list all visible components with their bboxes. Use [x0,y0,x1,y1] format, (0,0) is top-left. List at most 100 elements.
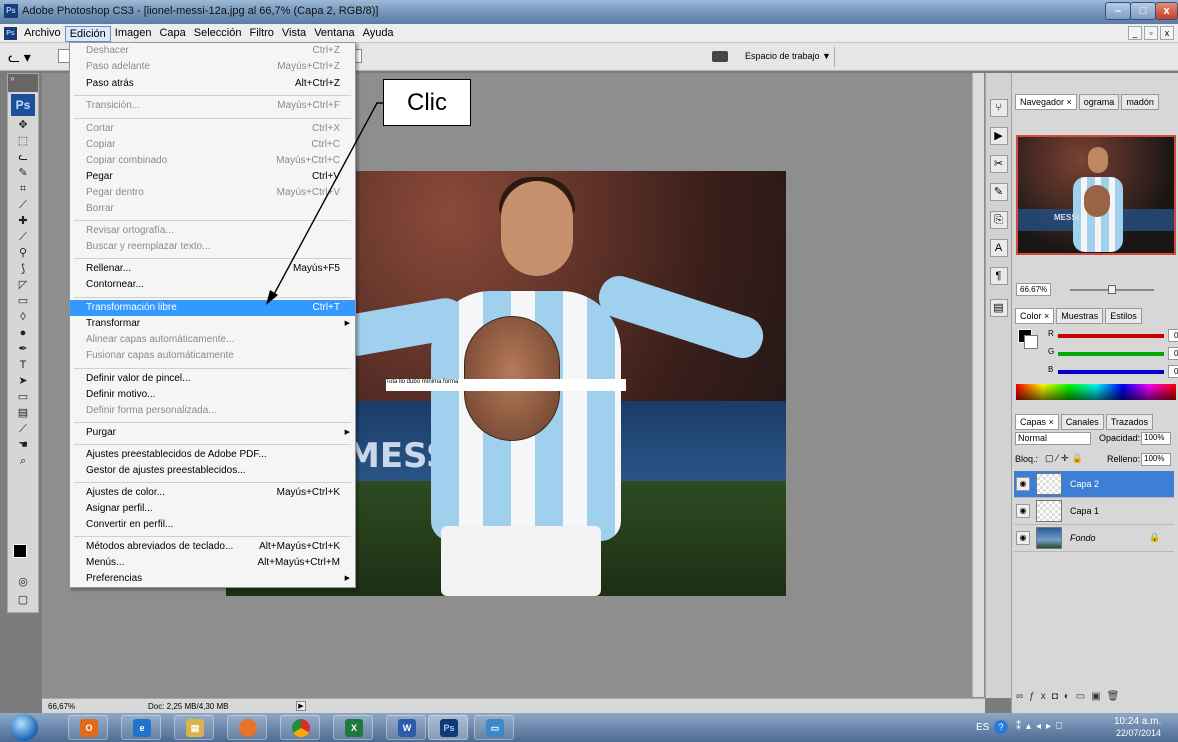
tab-histograma[interactable]: ograma [1078,94,1120,110]
character-panel-icon[interactable]: A [989,239,1008,257]
tab-estilos[interactable]: Estilos [1105,308,1142,324]
crop-tool-icon[interactable]: ⌗ [12,182,34,197]
minimize-button[interactable]: – [1105,2,1131,20]
zoom-tool-icon[interactable]: ⌕ [12,454,34,469]
color-value-g[interactable]: 0 [1168,347,1178,360]
tray-icons[interactable]: ⁑▴◂▸⎕ [1016,721,1067,732]
opacity-field[interactable]: 100% [1141,432,1171,445]
menu-item-ajustes-de-color[interactable]: Ajustes de color... Mayús+Ctrl+K [70,485,355,501]
fill-field[interactable]: 100% [1141,453,1171,466]
language-indicator[interactable]: ES [976,722,989,733]
clone-stamp-tool-icon[interactable]: ⚲ [12,246,34,261]
screen-mode-icon[interactable]: ▢ [12,593,34,608]
menu-item-definir-valor-de-pincel[interactable]: Definir valor de pincel... [70,371,355,387]
layers-footer-buttons[interactable]: ∞ƒx◘◐▭▣🗑 [1016,691,1125,702]
taskbar-excel-button[interactable]: X [333,715,373,740]
color-background-swatch[interactable] [1024,335,1038,349]
menu-item-convertir-en-perfil[interactable]: Convertir en perfil... [70,517,355,533]
close-button[interactable]: x [1155,2,1178,20]
taskbar-photoshop-button[interactable]: Ps [428,715,468,740]
clock-time[interactable]: 10:24 a.m. [1114,716,1161,727]
quick-mask-icon[interactable]: ◎ [12,575,34,590]
menu-item-metodos-abreviados-de-teclado[interactable]: Métodos abreviados de teclado... Alt+Mayú… [70,539,355,555]
menu-item-copiar[interactable]: Copiar Ctrl+C [70,137,355,153]
hand-tool-icon[interactable]: ☚ [12,438,34,453]
history-panel-icon[interactable]: ⑂ [989,99,1008,117]
menu-item-buscar-y-reemplazar-texto[interactable]: Buscar y reemplazar texto... [70,239,355,255]
color-slider-b[interactable] [1058,370,1164,374]
tab-capas[interactable]: Capas × [1015,414,1059,430]
lasso-tool-icon[interactable]: ᓚ [12,150,34,165]
healing-tool-icon[interactable]: ✚ [12,214,34,229]
menu-item-alinear-capas-automaticamente[interactable]: Alinear capas automáticamente... [70,332,355,348]
menu-item-ajustes-preestablecidos-de-adobe-pdf[interactable]: Ajustes preestablecidos de Adobe PDF... [70,447,355,463]
menu-item-asignar-perfil[interactable]: Asignar perfil... [70,501,355,517]
start-button-icon[interactable] [10,714,38,741]
tab-color[interactable]: Color × [1015,308,1055,324]
menu-archivo[interactable]: Archivo [20,26,65,42]
taskbar-outlook-button[interactable]: O [68,715,108,740]
layer-visibility-eye-icon[interactable]: ◉ [1016,504,1030,518]
color-spectrum-ramp[interactable] [1016,384,1176,400]
menu-item-paso-atras[interactable]: Paso atrás Alt+Ctrl+Z [70,76,355,92]
doc-restore-button[interactable]: ▫ [1144,26,1158,40]
menu-item-transformacion-libre[interactable]: Transformación libre Ctrl+T [70,300,355,316]
eraser-tool-icon[interactable]: ◸ [12,278,34,293]
tab-informacion[interactable]: madón [1121,94,1159,110]
tab-navegador[interactable]: Navegador × [1015,94,1077,110]
menu-item-definir-forma-personalizada[interactable]: Definir forma personalizada... [70,403,355,419]
blur-tool-icon[interactable]: ◊ [12,310,34,325]
menu-item-deshacer[interactable]: Deshacer Ctrl+Z [70,43,355,59]
workspace-dropdown[interactable]: Espacio de trabajo ▼ [745,51,831,61]
navigator-zoom-slider-knob[interactable] [1108,285,1116,294]
taskbar-chrome-button[interactable] [280,715,320,740]
taskbar-firefox-button[interactable] [227,715,267,740]
notes-tool-icon[interactable]: ▤ [12,406,34,421]
menu-item-menus[interactable]: Menús... Alt+Mayús+Ctrl+M [70,555,355,571]
layer-visibility-eye-icon[interactable]: ◉ [1016,531,1030,545]
menu-item-cortar[interactable]: Cortar Ctrl+X [70,121,355,137]
rectangle-tool-icon[interactable]: ▭ [12,390,34,405]
menu-item-fusionar-capas-automaticamente[interactable]: Fusionar capas automáticamente [70,348,355,364]
help-icon[interactable]: ? [994,720,1008,734]
layer-row-fondo[interactable]: ◉ Fondo 🔒 [1014,525,1174,552]
brushes-panel-icon[interactable]: ✎ [989,183,1008,201]
menu-seleccion[interactable]: Selección [190,26,246,42]
brush-tool-icon[interactable]: ⟋ [12,230,34,245]
marquee-tool-icon[interactable]: ⬚ [12,134,34,149]
slice-tool-icon[interactable]: ⟋ [12,198,34,213]
history-brush-tool-icon[interactable]: ⟆ [12,262,34,277]
canvas-vertical-scrollbar[interactable] [972,73,984,697]
taskbar-remote-desktop-button[interactable]: ▭ [474,715,514,740]
clock-date[interactable]: 22/07/2014 [1116,728,1161,738]
doc-close-button[interactable]: x [1160,26,1174,40]
taskbar-explorer-button[interactable]: ▤ [174,715,214,740]
tab-trazados[interactable]: Trazados [1105,414,1153,430]
photoshop-logo[interactable]: Ps [11,94,35,116]
menu-item-pegar-dentro[interactable]: Pegar dentro Mayús+Ctrl+V [70,185,355,201]
eyedropper-tool-icon[interactable]: ⟋ [12,422,34,437]
layer-visibility-eye-icon[interactable]: ◉ [1016,477,1030,491]
menu-item-purgar[interactable]: Purgar ▶ [70,425,355,441]
menu-imagen[interactable]: Imagen [111,26,156,42]
menu-item-gestor-de-ajustes-preestablecidos[interactable]: Gestor de ajustes preestablecidos... [70,463,355,479]
menu-item-paso-adelante[interactable]: Paso adelante Mayús+Ctrl+Z [70,59,355,75]
move-tool-icon[interactable]: ✥ [12,118,34,133]
quick-selection-tool-icon[interactable]: ✎ [12,166,34,181]
menu-item-borrar[interactable]: Borrar [70,201,355,217]
color-slider-g[interactable] [1058,352,1164,356]
menu-capa[interactable]: Capa [155,26,189,42]
menu-item-revisar-ortografia[interactable]: Revisar ortografía... [70,223,355,239]
layer-row-capa-1[interactable]: ◉ Capa 1 [1014,498,1174,525]
workspace-icon[interactable] [712,51,728,62]
menu-item-transicion[interactable]: Transición... Mayús+Ctrl+F [70,98,355,114]
pen-tool-icon[interactable]: ✒ [12,342,34,357]
menu-filtro[interactable]: Filtro [245,26,277,42]
menu-edicion[interactable]: Edición [64,26,111,42]
lock-icons[interactable]: ▢⁄✛🔒 [1045,453,1086,464]
clone-source-icon[interactable]: ⎘ [989,211,1008,229]
menu-item-copiar-combinado[interactable]: Copiar combinado Mayús+Ctrl+C [70,153,355,169]
taskbar-ie-button[interactable]: e [121,715,161,740]
menu-vista[interactable]: Vista [278,26,310,42]
actions-panel-icon[interactable]: ▶ [989,127,1008,145]
